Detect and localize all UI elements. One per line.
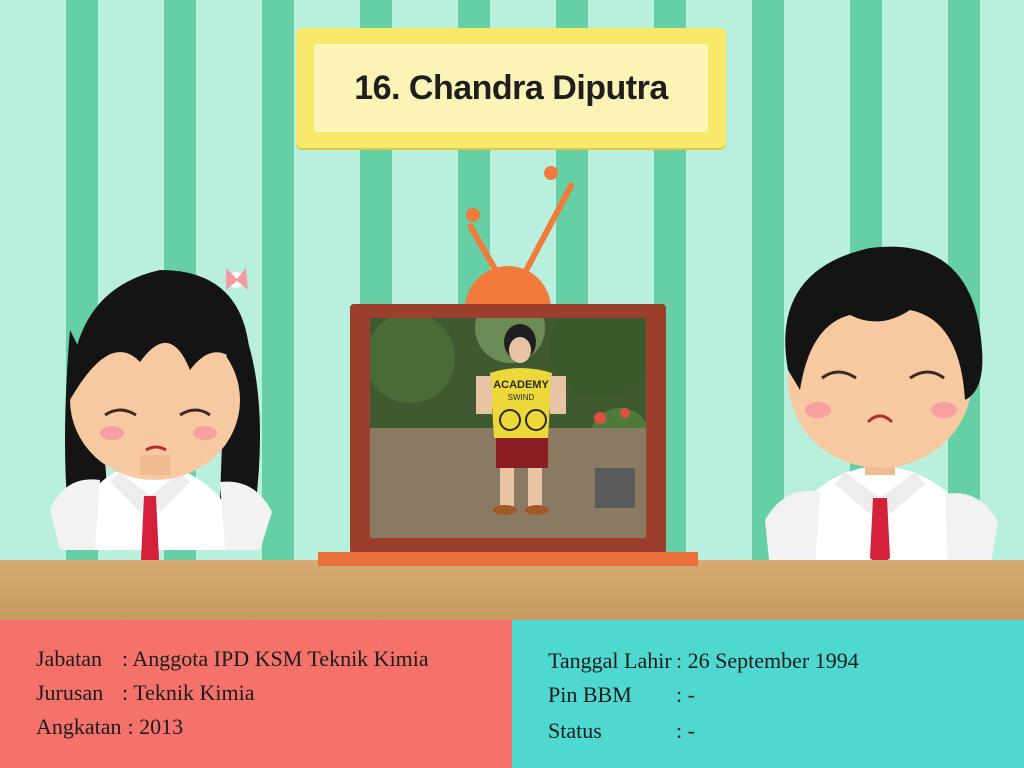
profile-photo: ACADEMY SWIND xyxy=(370,318,646,538)
tanggal-lahir-row: Tanggal Lahir : 26 September 1994 xyxy=(548,648,859,674)
info-panel-right: Tanggal Lahir : 26 September 1994 Pin BB… xyxy=(512,620,1024,768)
jurusan-value: : Teknik Kimia xyxy=(122,680,255,705)
tv-body: ACADEMY SWIND xyxy=(350,304,666,554)
angkatan-value: : 2013 xyxy=(127,714,184,739)
title-sign-inner: 16. Chandra Diputra xyxy=(314,44,708,132)
profile-photo-scene: ACADEMY SWIND xyxy=(370,318,646,538)
jabatan-value: : Anggota IPD KSM Teknik Kimia xyxy=(122,646,429,671)
tv-antenna-left-tip xyxy=(466,208,480,222)
jabatan-row: Jabatan : Anggota IPD KSM Teknik Kimia xyxy=(36,646,429,672)
tv-antenna-right xyxy=(518,181,576,282)
tv-frame: ACADEMY SWIND xyxy=(318,160,698,570)
pin-bbm-row: Pin BBM : - xyxy=(548,682,695,708)
tanggal-lahir-label: Tanggal Lahir xyxy=(548,648,672,673)
shirt-text-swind: SWIND xyxy=(508,393,535,402)
page-title: 16. Chandra Diputra xyxy=(354,68,668,107)
slide: 16. Chandra Diputra ACADEMY SWIND Jabata… xyxy=(0,0,1024,768)
tv-antenna-right-tip xyxy=(544,166,558,180)
shirt-text-academy: ACADEMY xyxy=(493,379,549,391)
jurusan-label: Jurusan xyxy=(36,680,104,705)
status-row: Status : - xyxy=(548,718,695,744)
info-panel-left: Jabatan : Anggota IPD KSM Teknik Kimia J… xyxy=(0,620,512,768)
status-label: Status xyxy=(548,718,602,743)
status-value: : - xyxy=(676,718,695,743)
pin-bbm-value: : - xyxy=(676,682,695,707)
tanggal-lahir-value: : 26 September 1994 xyxy=(676,648,859,673)
angkatan-row: Angkatan : 2013 xyxy=(36,714,183,740)
title-sign: 16. Chandra Diputra xyxy=(296,28,726,148)
boy-student-illustration xyxy=(765,246,998,570)
tv-stand xyxy=(318,552,698,566)
jabatan-label: Jabatan xyxy=(36,646,102,671)
pin-bbm-label: Pin BBM xyxy=(548,682,632,707)
girl-student-illustration xyxy=(50,268,272,568)
jurusan-row: Jurusan : Teknik Kimia xyxy=(36,680,254,706)
angkatan-label: Angkatan xyxy=(36,714,122,739)
